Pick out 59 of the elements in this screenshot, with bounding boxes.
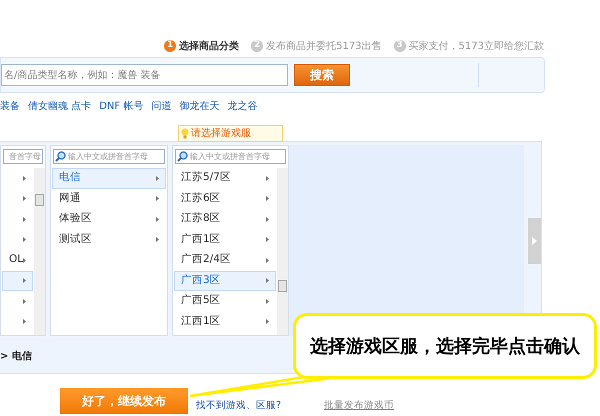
list-item[interactable]: 网通 <box>52 188 166 209</box>
list-item[interactable]: 广西1区 <box>174 230 276 250</box>
scrollbar[interactable] <box>34 168 45 335</box>
arrow-icon <box>266 196 269 202</box>
list-item[interactable]: 体验区 <box>52 209 166 230</box>
list-item[interactable]: 广西2/4区 <box>174 250 276 270</box>
scrollbar[interactable] <box>277 168 288 335</box>
list-item[interactable]: 江苏6区 <box>174 188 276 209</box>
search-icon <box>177 151 188 162</box>
arrow-icon <box>266 258 269 263</box>
arrow-icon <box>23 216 26 222</box>
search-field[interactable]: 名/商品类型名称，例如：魔兽 装备 <box>1 64 288 86</box>
arrow-icon <box>23 258 26 263</box>
arrow-icon <box>23 176 26 181</box>
hint-text: 请选择游戏服 <box>191 126 251 141</box>
arrow-icon <box>266 298 269 304</box>
step-number: 1 <box>164 40 176 52</box>
search-icon <box>55 151 66 162</box>
text-link[interactable]: 找不到游戏、区服? <box>196 398 282 413</box>
step-label: 发布商品并委托5173出售 <box>266 40 382 54</box>
arrow-icon <box>23 319 26 324</box>
arrow-icon <box>23 298 26 304</box>
list-item[interactable]: OL <box>2 250 34 270</box>
game-link[interactable]: 倩女幽魂 点卡 <box>28 98 92 114</box>
arrow-icon <box>156 216 159 222</box>
arrow-icon <box>266 176 269 181</box>
list-item[interactable]: 广西5区 <box>174 291 276 312</box>
arrow-icon <box>266 237 269 242</box>
scrollbar-thumb[interactable] <box>278 280 287 292</box>
game-link[interactable]: 御龙在天 <box>179 98 220 114</box>
breadcrumb: > 电信 <box>0 351 32 362</box>
arrow-icon <box>266 278 269 284</box>
step-label: 选择商品分类 <box>179 39 240 54</box>
game-link[interactable]: 龙之谷 <box>227 98 258 114</box>
arrow-icon <box>156 237 159 242</box>
expand-tab[interactable] <box>528 218 541 264</box>
list-item[interactable]: 测试区 <box>52 230 166 250</box>
arrow-icon <box>23 237 26 242</box>
game-link[interactable]: DNF 帐号 <box>99 98 144 114</box>
lightbulb-icon <box>181 128 189 140</box>
list-item[interactable]: 江西1区 <box>174 312 276 332</box>
arrow-icon <box>23 196 26 202</box>
scrollbar-thumb[interactable] <box>35 194 44 206</box>
callout-text: 选择游戏区服，选择完毕点击确认 <box>310 334 580 358</box>
list-item[interactable]: 江苏5/7区 <box>174 168 276 188</box>
arrow-icon <box>532 236 537 244</box>
arrow-icon <box>266 216 269 222</box>
arrow-icon <box>156 196 159 202</box>
arrow-icon <box>156 176 159 181</box>
arrow-icon <box>23 278 26 284</box>
game-link[interactable]: 问道 <box>151 98 172 114</box>
list-item[interactable] <box>2 270 34 291</box>
arrow-icon <box>266 319 269 324</box>
text-link[interactable]: 批量发布游戏币 <box>324 398 394 413</box>
list-item[interactable]: 广西3区 <box>174 270 276 291</box>
game-link[interactable]: 装备 <box>0 98 20 114</box>
step-label: 买家支付，5173立即给您汇款 <box>408 40 544 54</box>
list-item[interactable]: 江苏8区 <box>174 209 276 230</box>
list-item[interactable]: 电信 <box>52 168 166 188</box>
